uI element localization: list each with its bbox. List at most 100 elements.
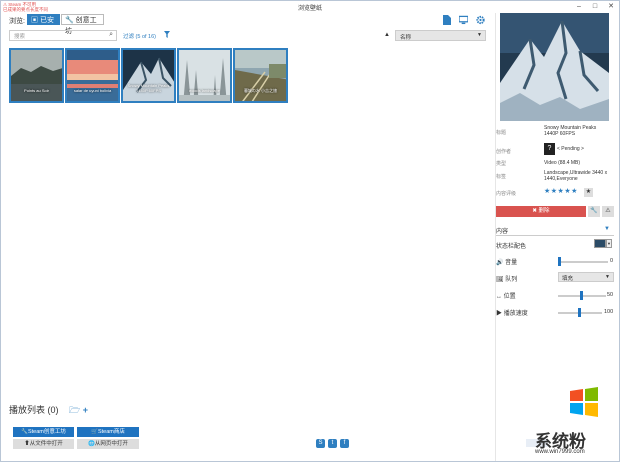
align-label: 队列 xyxy=(505,277,518,283)
steam-store-button[interactable]: 🛒Steam商店 xyxy=(77,427,139,437)
globe-icon: 🌐 xyxy=(88,441,95,447)
twitter-icon[interactable]: t xyxy=(328,439,337,448)
tab-workshop[interactable]: 🔧 创意工坊 xyxy=(61,14,104,35)
sort-direction-icon[interactable]: ▲ xyxy=(384,32,390,38)
search-icon: ⌕ xyxy=(109,31,113,38)
funnel-icon[interactable] xyxy=(164,31,170,38)
title-bar: ⚠ Steam 不可用 已成果的要点长度不同 浏览壁纸 – □ ✕ xyxy=(1,1,619,13)
maximize-button[interactable]: □ xyxy=(587,1,603,12)
favorite-star-button[interactable]: ★ xyxy=(584,188,593,197)
plus-icon[interactable]: + xyxy=(83,405,88,415)
close-button[interactable]: ✕ xyxy=(603,1,619,12)
speed-value: 100 xyxy=(604,309,614,315)
avatar[interactable]: ? xyxy=(544,143,555,155)
speed-row: ▶ 播放速度 xyxy=(496,308,528,317)
tab-installed[interactable]: ▣ 已安装 xyxy=(27,14,60,35)
rating-stars: ★★★★★ xyxy=(544,188,578,195)
position-value: 50 xyxy=(607,292,614,298)
position-slider-thumb[interactable] xyxy=(580,291,583,300)
warning-icon[interactable]: ⚠ xyxy=(602,206,614,217)
properties-title: 内容 xyxy=(496,229,509,235)
wallpaper-caption: 暮城の水 小吉之旅 xyxy=(243,87,278,93)
wallpaper-tile[interactable]: Snowy Mountain Peaks 1440P 60FPS xyxy=(121,48,176,103)
title-label: 标题 xyxy=(496,130,507,136)
chevron-down-icon: ▼ xyxy=(604,226,610,232)
wallpaper-caption: woods landscape xyxy=(189,87,220,93)
wallpaper-caption: Points au Soir xyxy=(24,87,49,93)
rating-label: 内容评级 xyxy=(496,191,517,197)
tags-value-line2: 1440,Everyone xyxy=(544,176,578,182)
speed-label: 播放速度 xyxy=(503,311,528,317)
type-value: Video (88.4 MB) xyxy=(544,160,581,166)
color-swatch[interactable] xyxy=(594,239,606,248)
preview-image xyxy=(500,13,609,121)
speaker-icon: 🔊 xyxy=(496,260,504,266)
position-slider[interactable] xyxy=(558,291,606,300)
playlist-actions: 🗁 + xyxy=(69,403,88,419)
properties-header[interactable]: 内容 ▼ xyxy=(496,226,614,236)
delete-button[interactable]: ✖ 删除 xyxy=(496,206,586,217)
wallpaper-caption: Snowy Mountain Peaks 1440P 60FPS xyxy=(127,83,170,93)
volume-slider-thumb[interactable] xyxy=(558,257,561,266)
steam-social-icon[interactable]: S xyxy=(316,439,325,448)
statusbar-color-label: 状态栏配色 xyxy=(496,244,527,250)
cart-icon: 🛒 xyxy=(91,429,98,435)
wrench-icon[interactable]: 🔧 xyxy=(588,206,600,217)
title-value-line2: 1440P 60FPS xyxy=(544,131,576,137)
monitor-icon[interactable] xyxy=(459,15,468,25)
open-file-label: 从文件中打开 xyxy=(29,441,63,447)
wrench-icon: 🔧 xyxy=(21,429,28,435)
watermark-url: www.win7999.com xyxy=(535,449,585,455)
align-select[interactable]: 填充 ▼ xyxy=(558,272,614,282)
arrows-horizontal-icon: ↔ xyxy=(496,294,502,300)
search-input[interactable]: 搜索 ⌕ xyxy=(9,30,117,41)
search-placeholder: 搜索 xyxy=(14,34,26,40)
sort-value: 名称 xyxy=(400,35,412,41)
open-web-button[interactable]: 🌐从网页中打开 xyxy=(77,439,139,449)
watermark: 系统粉 www.win7999.com xyxy=(535,387,619,461)
file-icon[interactable] xyxy=(442,15,451,25)
sort-select[interactable]: 名称 ▼ xyxy=(395,30,486,41)
wallpaper-tile[interactable]: Points au Soir xyxy=(9,48,64,103)
open-file-button[interactable]: ⬆从文件中打开 xyxy=(13,439,74,449)
speed-slider-thumb[interactable] xyxy=(578,308,581,317)
image-icon: 🖼 xyxy=(496,277,504,283)
play-icon: ▶ xyxy=(496,311,503,317)
wallpaper-thumbnail xyxy=(123,50,174,101)
playlist-label: 播放列表 (0) xyxy=(9,405,59,415)
volume-slider[interactable] xyxy=(558,257,608,266)
wallpaper-thumbnail xyxy=(11,50,62,101)
tab-bar: 浏览: ▣ 已安装 🔧 创意工坊 xyxy=(1,13,495,35)
filter-bar: 搜索 ⌕ 过滤 (5 of 16) ▲ 名称 ▼ xyxy=(1,29,495,43)
windows-logo-icon xyxy=(570,387,598,417)
author-value: < Pending > xyxy=(557,146,584,152)
wallpaper-tile[interactable]: woods landscape xyxy=(177,48,232,103)
chevron-down-icon: ▼ xyxy=(477,32,482,38)
facebook-icon[interactable]: f xyxy=(340,439,349,448)
chevron-down-icon: ▼ xyxy=(605,274,610,280)
type-label: 类型 xyxy=(496,161,507,167)
steam-workshop-label: Steam创意工坊 xyxy=(27,429,66,435)
color-dropdown[interactable]: ▼ xyxy=(606,239,612,248)
open-web-label: 从网页中打开 xyxy=(94,441,128,447)
wallpaper-caption: salar de uyuni bolivia xyxy=(73,87,112,93)
volume-label: 音量 xyxy=(505,260,518,266)
app-window: ⚠ Steam 不可用 已成果的要点长度不同 浏览壁纸 – □ ✕ 浏览: ▣ … xyxy=(0,0,620,462)
speed-slider[interactable] xyxy=(558,308,602,317)
author-label: 创作者 xyxy=(496,149,512,155)
minimize-button[interactable]: – xyxy=(571,1,587,12)
steam-workshop-button[interactable]: 🔧Steam创意工坊 xyxy=(13,427,74,437)
title-value: Snowy Mountain Peaks 1440P 60FPS xyxy=(544,125,596,137)
align-value: 填充 xyxy=(562,276,574,282)
tags-label: 标签 xyxy=(496,174,507,180)
wallpaper-preview xyxy=(500,13,609,121)
browse-label: 浏览: xyxy=(9,18,25,25)
gear-icon[interactable] xyxy=(476,15,485,25)
wallpaper-tile[interactable]: 暮城の水 小吉之旅 xyxy=(233,48,288,103)
installed-icon: ▣ xyxy=(31,17,38,24)
wallpaper-tile[interactable]: salar de uyuni bolivia xyxy=(65,48,120,103)
volume-value: 0 xyxy=(610,258,614,264)
folder-open-icon[interactable]: 🗁 xyxy=(69,405,80,415)
filter-link[interactable]: 过滤 (5 of 16) xyxy=(123,32,156,40)
position-label: 位置 xyxy=(503,294,516,300)
